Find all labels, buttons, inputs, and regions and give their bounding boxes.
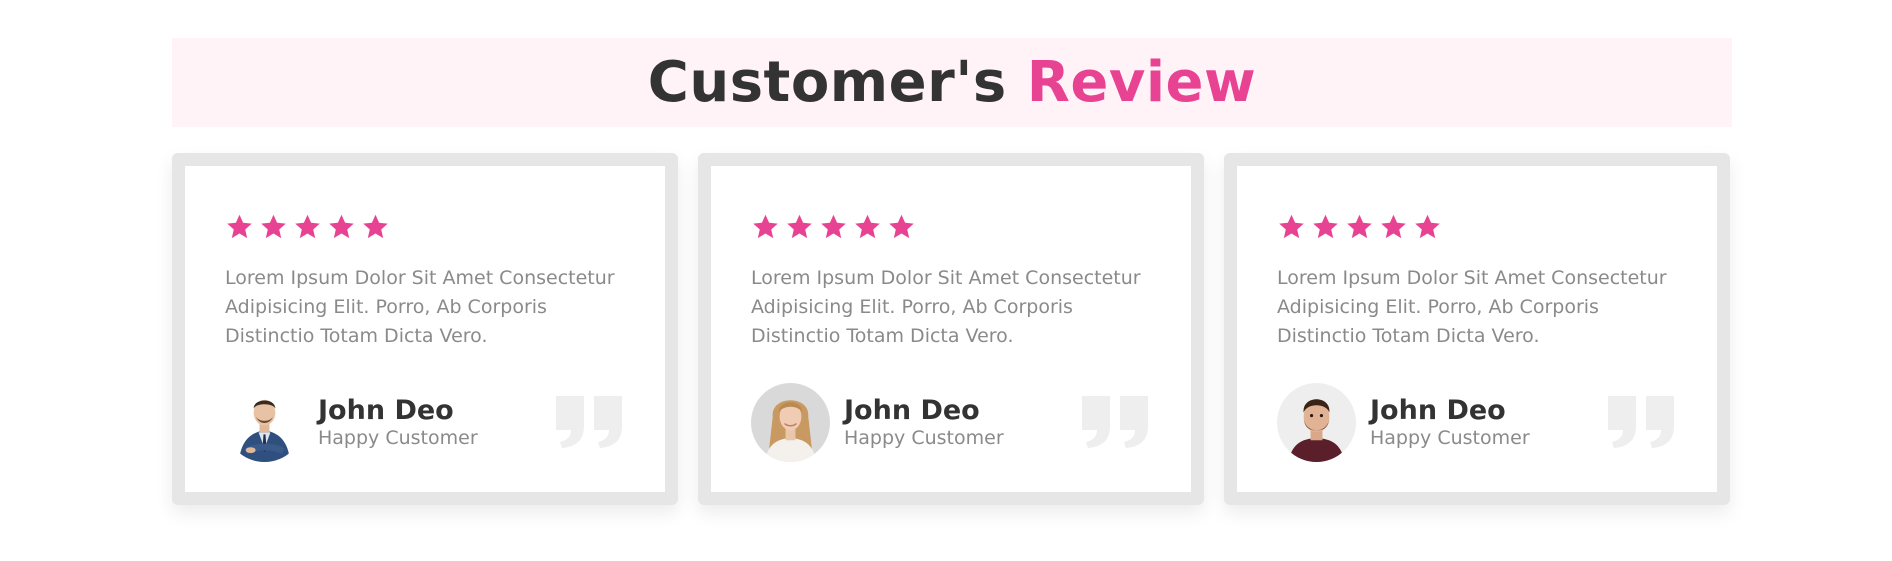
star-icon: [1381, 214, 1406, 239]
section-heading: Customer's Review: [172, 38, 1732, 127]
star-rating: [225, 213, 390, 241]
reviewer: John Deo Happy Customer: [1277, 383, 1530, 462]
page-title: Customer's Review: [648, 50, 1256, 115]
title-main: Customer's: [647, 50, 1007, 115]
reviewer-name: John Deo: [844, 394, 980, 426]
review-cards: Lorem Ipsum Dolor Sit Amet Consectetur A…: [172, 153, 1732, 505]
star-icon: [787, 214, 812, 239]
star-icon: [821, 214, 846, 239]
review-card: Lorem Ipsum Dolor Sit Amet Consectetur A…: [1224, 153, 1730, 505]
reviewer-info: John Deo Happy Customer: [318, 394, 478, 450]
review-text: Lorem Ipsum Dolor Sit Amet Consectetur A…: [751, 267, 1141, 347]
quote-icon: [556, 396, 622, 448]
review-card: Lorem Ipsum Dolor Sit Amet Consectetur A…: [172, 153, 678, 505]
reviewer-info: John Deo Happy Customer: [844, 394, 1004, 450]
star-icon: [227, 214, 252, 239]
star-icon: [855, 214, 880, 239]
reviewer: John Deo Happy Customer: [225, 383, 478, 462]
quote-icon: [1082, 396, 1148, 448]
star-icon: [889, 214, 914, 239]
title-accent: Review: [1026, 50, 1257, 115]
reviewer: John Deo Happy Customer: [751, 383, 1004, 462]
star-icon: [753, 214, 778, 239]
reviewer-role: Happy Customer: [318, 426, 478, 449]
reviewer-info: John Deo Happy Customer: [1370, 394, 1530, 450]
review-section: Customer's Review Lorem Ipsum Dolor Sit …: [172, 38, 1732, 505]
star-icon: [1279, 214, 1304, 239]
bearded-man-avatar: [1277, 383, 1356, 462]
avatar: [225, 383, 304, 462]
star-icon: [1415, 214, 1440, 239]
reviewer-name: John Deo: [1370, 394, 1506, 426]
star-rating: [751, 213, 916, 241]
reviewer-role: Happy Customer: [1370, 426, 1530, 449]
review-card: Lorem Ipsum Dolor Sit Amet Consectetur A…: [698, 153, 1204, 505]
quote-icon: [1608, 396, 1674, 448]
star-icon: [363, 214, 388, 239]
star-icon: [261, 214, 286, 239]
woman-avatar: [751, 383, 830, 462]
reviewer-role: Happy Customer: [844, 426, 1004, 449]
avatar: [751, 383, 830, 462]
star-icon: [295, 214, 320, 239]
man-in-suit-avatar: [225, 383, 304, 462]
review-text: Lorem Ipsum Dolor Sit Amet Consectetur A…: [1277, 267, 1667, 347]
star-icon: [329, 214, 354, 239]
reviewer-name: John Deo: [318, 394, 454, 426]
star-icon: [1313, 214, 1338, 239]
review-text: Lorem Ipsum Dolor Sit Amet Consectetur A…: [225, 267, 615, 347]
star-rating: [1277, 213, 1442, 241]
star-icon: [1347, 214, 1372, 239]
avatar: [1277, 383, 1356, 462]
